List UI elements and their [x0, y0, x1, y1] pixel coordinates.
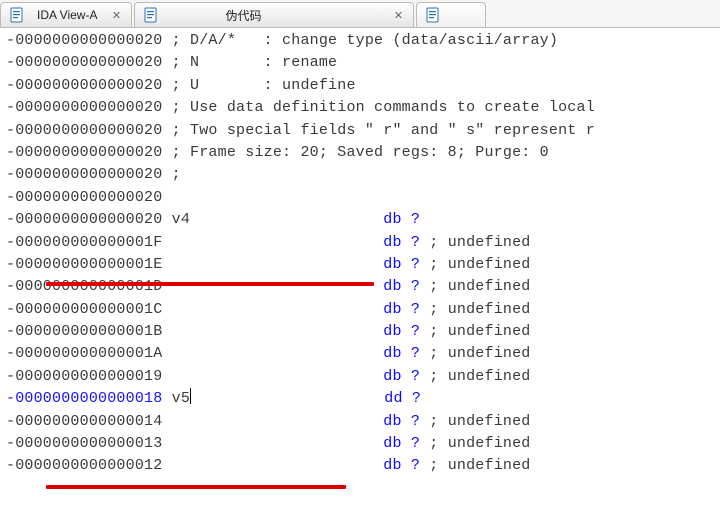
disassembly-view[interactable]: -0000000000000020 ; D/A/* : change type …	[0, 28, 720, 531]
tab-label: 伪代码	[165, 7, 321, 24]
tab-pseudocode[interactable]: 伪代码 ✕	[134, 2, 414, 27]
tab-unknown[interactable]	[416, 2, 486, 27]
document-icon	[425, 7, 441, 23]
annotation-line	[46, 282, 374, 286]
annotation-line	[46, 485, 346, 489]
close-icon[interactable]: ✕	[391, 8, 405, 22]
tab-bar: IDA View-A ✕ 伪代码 ✕	[0, 0, 720, 28]
close-icon[interactable]: ✕	[109, 8, 123, 22]
document-icon	[9, 7, 25, 23]
code-listing: -0000000000000020 ; D/A/* : change type …	[0, 28, 720, 480]
tab-label: IDA View-A	[31, 8, 103, 22]
document-icon	[143, 7, 159, 23]
tab-ida-view[interactable]: IDA View-A ✕	[0, 2, 132, 27]
